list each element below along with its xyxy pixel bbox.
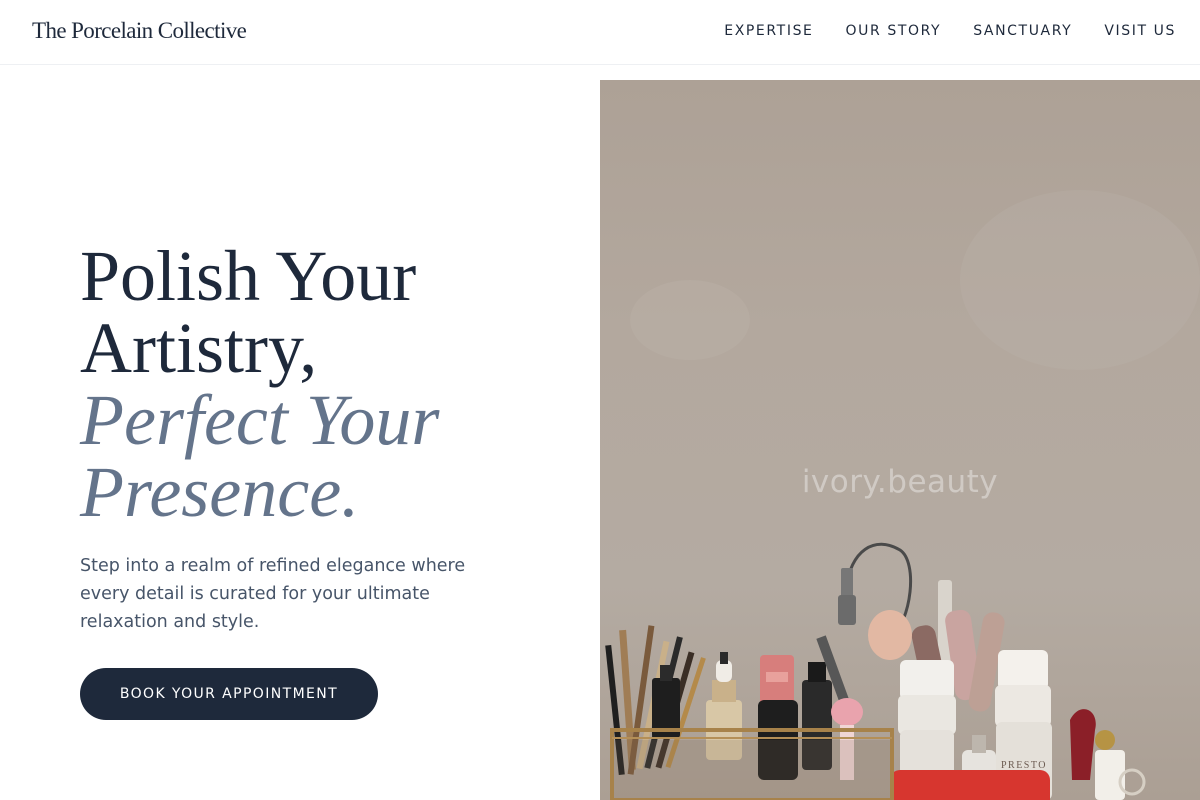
hero-image: PRESTO ivory.beauty [600,80,1200,800]
site-header: The Porcelain Collective EXPERTISE OUR S… [0,0,1200,65]
hero-title: Polish Your Artistry, Perfect Your Prese… [80,240,580,528]
book-appointment-button[interactable]: BOOK YOUR APPOINTMENT [80,668,378,720]
main-nav: EXPERTISE OUR STORY SANCTUARY VISIT US [724,23,1176,39]
nav-link-sanctuary[interactable]: SANCTUARY [973,23,1072,39]
nav-link-expertise[interactable]: EXPERTISE [724,23,813,39]
hero-description: Step into a realm of refined elegance wh… [80,556,466,632]
cosmetics-organizer-illustration: PRESTO [605,190,1200,800]
hero-accent-line-2: Presence. [80,452,360,532]
hero-title-line-2: Artistry, [80,308,318,388]
nav-link-our-story[interactable]: OUR STORY [846,23,942,39]
hero-accent-line-1: Perfect Your [80,380,440,460]
nav-link-visit-us[interactable]: VISIT US [1104,23,1176,39]
brand-logo[interactable]: The Porcelain Collective [32,18,247,44]
image-watermark: ivory.beauty [801,464,999,500]
bottle-label: PRESTO [1001,760,1047,771]
hero-title-line-1: Polish Your [80,236,417,316]
